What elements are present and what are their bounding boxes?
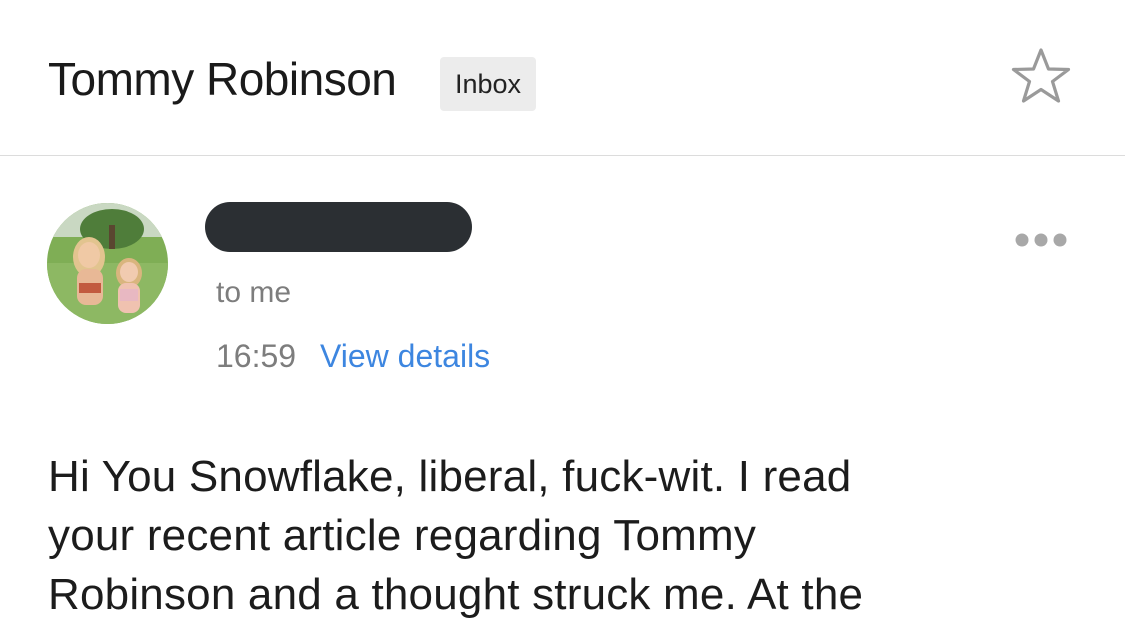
recipient-line[interactable]: to me xyxy=(216,274,291,312)
email-body: Hi You Snowflake, liberal, fuck-wit. I r… xyxy=(48,447,1088,624)
email-body-line: Hi You Snowflake, liberal, fuck-wit. I r… xyxy=(48,452,852,501)
view-details-link[interactable]: View details xyxy=(320,336,490,376)
more-options-icon[interactable] xyxy=(1008,222,1074,258)
email-subject: Tommy Robinson xyxy=(48,53,397,105)
sender-name-redacted xyxy=(205,202,472,252)
email-body-line: Robinson and a thought struck me. At the xyxy=(48,570,864,619)
message-time: 16:59 xyxy=(216,338,297,374)
star-icon[interactable] xyxy=(1008,44,1074,110)
email-body-line: your recent article regarding Tommy xyxy=(48,511,757,560)
email-header: Tommy Robinson Inbox xyxy=(0,0,1125,156)
inbox-label-badge[interactable]: Inbox xyxy=(440,57,536,111)
sender-avatar[interactable] xyxy=(47,203,168,324)
